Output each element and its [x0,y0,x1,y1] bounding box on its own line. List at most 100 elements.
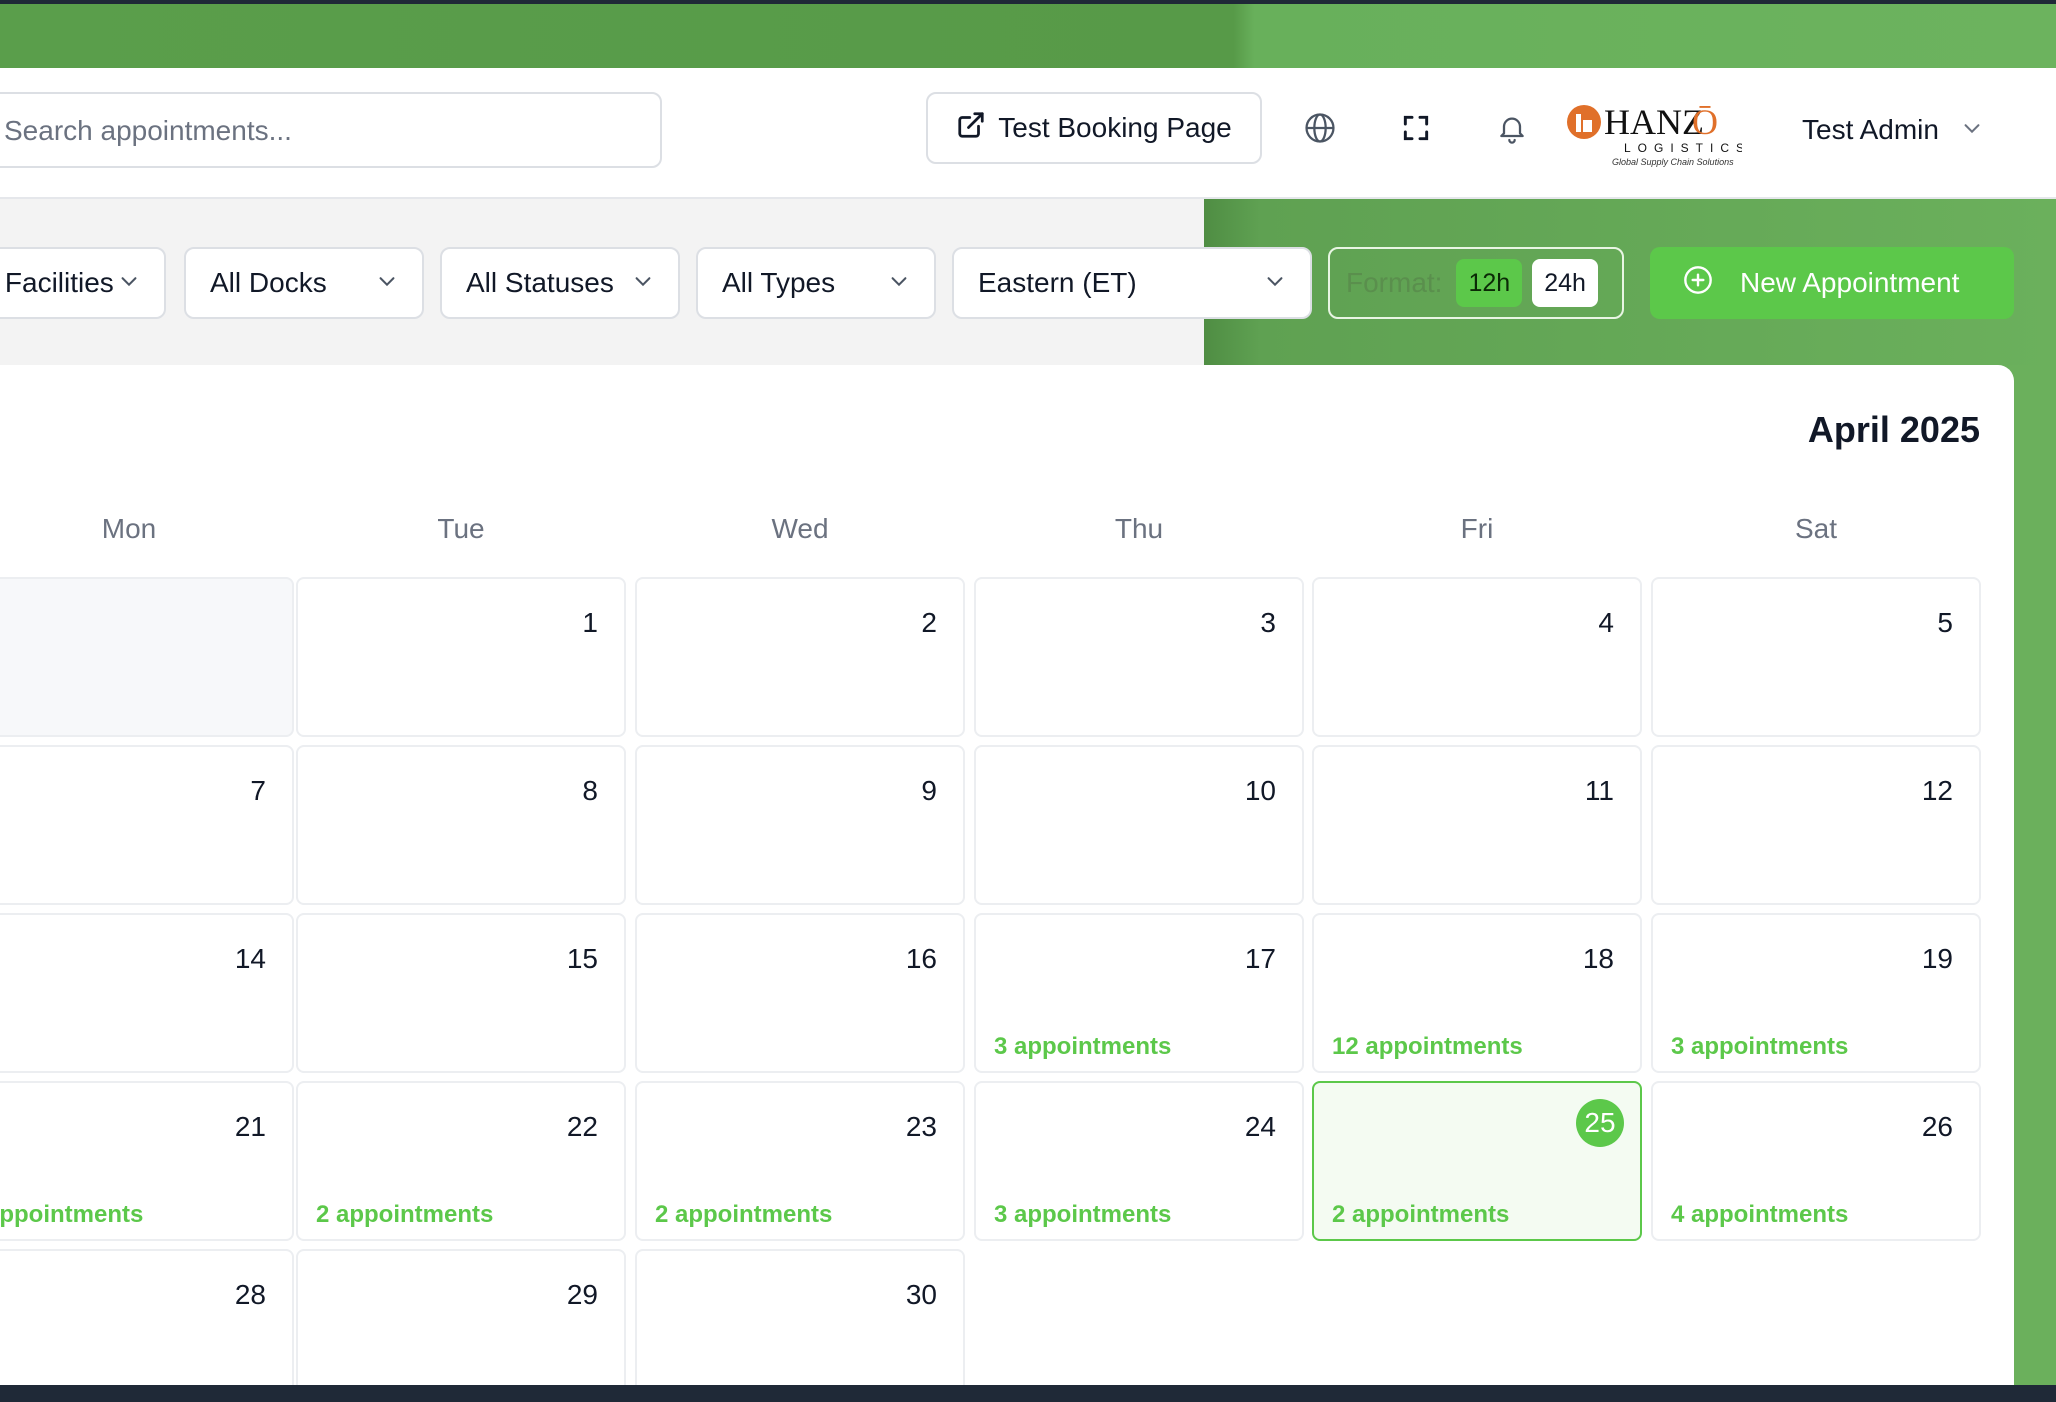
calendar-day[interactable]: 1 [296,577,626,737]
format-12h-button[interactable]: 12h [1456,259,1523,307]
bottom-strip [0,1385,2056,1402]
plus-circle-icon [1682,264,1714,303]
fullscreen-icon[interactable] [1390,102,1442,154]
calendar-day[interactable]: 30 [635,1249,965,1385]
appointment-count-link[interactable]: 2 appointments [655,1201,832,1229]
docks-select[interactable]: All Docks [184,247,424,319]
calendar-day[interactable]: 9 [635,745,965,905]
month-title: April 2025 [1807,409,1980,450]
chevron-down-icon [632,267,654,299]
calendar-day[interactable]: 7 [0,745,294,905]
calendar-day-today[interactable]: 25 2 appointments [1312,1081,1642,1241]
weekday-wed: Wed [771,513,829,544]
day-number: 22 [566,1111,598,1142]
calendar-day[interactable]: 2 [635,577,965,737]
format-label: Format: [1346,267,1443,298]
calendar-day[interactable]: 4 [1312,577,1642,737]
calendar-day[interactable]: 14 [0,913,294,1073]
day-number: 4 [1598,607,1614,638]
calendar-day[interactable]: 10 [974,745,1304,905]
appointment-count-link[interactable]: appointments [0,1201,143,1229]
day-number: 14 [234,943,266,974]
user-name: Test Admin [1802,114,1939,145]
appointment-count-link[interactable]: 3 appointments [994,1033,1171,1061]
svg-text:LOGISTICS: LOGISTICS [1624,141,1742,155]
calendar-day[interactable]: 18 12 appointments [1312,913,1642,1073]
new-appointment-button[interactable]: New Appointment [1650,247,2014,319]
calendar-day[interactable]: 12 [1651,745,1981,905]
day-number: 1 [582,607,598,638]
day-number: 7 [250,775,266,806]
day-number: 24 [1244,1111,1276,1142]
search-box[interactable] [0,92,662,168]
appointment-count-link[interactable]: 2 appointments [1332,1201,1509,1229]
external-link-icon [956,110,986,147]
bell-icon[interactable] [1486,102,1538,154]
appointment-count-link[interactable]: 3 appointments [1671,1033,1848,1061]
calendar-day[interactable]: 8 [296,745,626,905]
day-number: 12 [1921,775,1953,806]
filter-bar: All Facilities All Docks All Statuses Al… [0,199,2056,365]
day-number: 26 [1921,1111,1953,1142]
calendar-day[interactable]: 29 [296,1249,626,1385]
timezone-select[interactable]: Eastern (ET) [952,247,1312,319]
calendar-day[interactable]: 17 3 appointments [974,913,1304,1073]
calendar-day[interactable]: 5 [1651,577,1981,737]
chevron-down-icon [118,267,140,299]
day-number: 29 [566,1279,598,1310]
header: Test Booking Page HANZ Ō LOGIST [0,68,2056,199]
statuses-select[interactable]: All Statuses [440,247,680,319]
user-menu[interactable]: Test Admin [1802,106,1983,154]
day-number: 19 [1921,943,1953,974]
globe-icon[interactable] [1294,102,1346,154]
day-number: 17 [1244,943,1276,974]
appointment-count-link[interactable]: 12 appointments [1332,1033,1523,1061]
appointment-count-link[interactable]: 2 appointments [316,1201,493,1229]
weekday-tue: Tue [437,513,485,544]
top-bar [0,4,2056,68]
appointment-count-link[interactable]: 4 appointments [1671,1201,1848,1229]
day-number: 25 [1576,1099,1624,1147]
day-number: 21 [234,1111,266,1142]
types-select[interactable]: All Types [696,247,936,319]
day-number: 5 [1937,607,1953,638]
calendar-day [0,577,294,737]
calendar-day[interactable]: 26 4 appointments [1651,1081,1981,1241]
calendar-day[interactable]: 3 [974,577,1304,737]
docks-select-value: All Docks [210,267,327,298]
format-24h-button[interactable]: 24h [1532,259,1598,307]
new-appointment-label: New Appointment [1740,267,1960,298]
calendar-day[interactable]: 11 [1312,745,1642,905]
calendar-card: April 2025 Mon Tue Wed Thu Fri Sat 1 2 3 4 5 7 8 9 10… [0,365,2014,1385]
day-number: 3 [1260,607,1276,638]
day-number: 9 [921,775,937,806]
weekday-fri: Fri [1460,513,1494,544]
calendar-day[interactable]: 22 2 appointments [296,1081,626,1241]
hanzo-logo: HANZ Ō LOGISTICS Global Supply Chain Sol… [1566,102,1744,176]
calendar-day[interactable]: 19 3 appointments [1651,913,1981,1073]
time-format-toggle: Format: 12h 24h [1328,247,1624,319]
svg-text:HANZ: HANZ [1604,102,1704,142]
day-number: 2 [921,607,937,638]
weekday-mon: Mon [101,513,157,544]
svg-text:Ō: Ō [1692,102,1718,142]
appointment-count-link[interactable]: 3 appointments [994,1201,1171,1229]
test-booking-page-button[interactable]: Test Booking Page [926,92,1262,164]
timezone-select-value: Eastern (ET) [978,267,1137,298]
calendar-day[interactable]: 24 3 appointments [974,1081,1304,1241]
calendar-day[interactable]: 16 [635,913,965,1073]
chevron-down-icon [888,267,910,299]
day-number: 10 [1244,775,1276,806]
day-number: 23 [905,1111,937,1142]
search-input[interactable] [2,94,606,168]
test-booking-page-label: Test Booking Page [998,112,1232,143]
svg-text:Global Supply Chain Solutions: Global Supply Chain Solutions [1612,157,1734,167]
facilities-select[interactable]: All Facilities [0,247,166,319]
calendar-day[interactable]: 28 [0,1249,294,1385]
calendar-day[interactable]: 15 [296,913,626,1073]
chevron-down-icon [1961,114,1983,146]
calendar-day[interactable]: 21 appointments [0,1081,294,1241]
day-number: 28 [234,1279,266,1310]
calendar-day[interactable]: 23 2 appointments [635,1081,965,1241]
day-number: 18 [1582,943,1614,974]
